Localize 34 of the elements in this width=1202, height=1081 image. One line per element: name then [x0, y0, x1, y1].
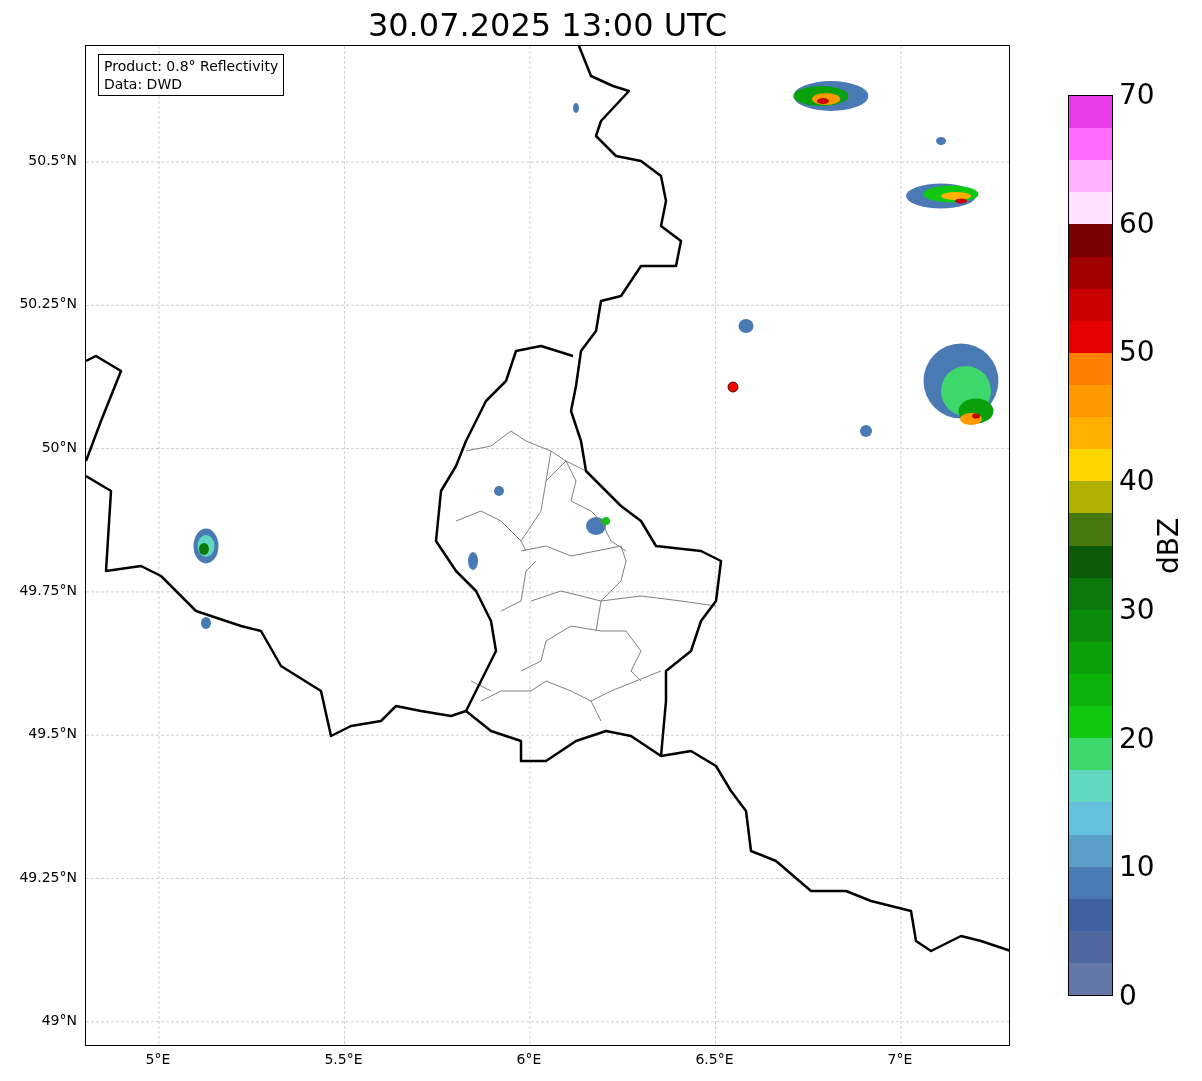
x-tick-label: 6.5°E [695, 1052, 734, 1066]
colorbar-tick-label: 10 [1119, 853, 1155, 882]
colorbar-tick-label: 70 [1119, 81, 1155, 109]
info-text: Data: DWD [104, 75, 183, 93]
x-tick-label: 5°E [145, 1052, 171, 1066]
location-marker-icon [727, 381, 739, 393]
colorbar-tick-label: 0 [1119, 981, 1137, 1010]
radar-echo-drawing [201, 617, 211, 629]
y-tick-label: 50°N [41, 439, 77, 454]
radar-echo-drawing [193, 528, 219, 564]
y-tick-label: 49°N [41, 1012, 77, 1027]
colorbar-tick-label: 40 [1119, 467, 1155, 496]
y-tick-label: 49.25°N [19, 869, 77, 884]
colorbar-label: dBZ [1155, 517, 1183, 574]
radar-echo-drawing [860, 425, 872, 437]
x-tick-label: 5.5°E [324, 1052, 363, 1066]
radar-echo-drawing [573, 103, 579, 113]
y-tick-label: 49.75°N [19, 582, 77, 597]
x-tick-label: 7°E [887, 1052, 913, 1066]
colorbar-tick-label: 60 [1119, 209, 1155, 238]
radar-echo-drawing [936, 137, 946, 145]
y-tick-label: 49.5°N [28, 726, 77, 741]
colorbar-tick-label: 50 [1119, 338, 1155, 367]
radar-echo-drawing [468, 552, 478, 570]
y-tick-label: 50.25°N [19, 296, 77, 311]
x-tick-label: 6°E [516, 1052, 542, 1066]
radar-echo-drawing [586, 517, 610, 535]
radar-echo-drawing [494, 486, 504, 496]
chart-title: 30.07.2025 13:00 UTC [367, 4, 728, 41]
y-tick-label: 50.5°N [28, 153, 77, 167]
radar-echo-drawing [738, 319, 754, 333]
colorbar-tick-label: 30 [1119, 595, 1155, 624]
colorbar-tick-label: 20 [1119, 724, 1155, 753]
info-text: Product: 0.8° Reflectivity [104, 57, 279, 75]
